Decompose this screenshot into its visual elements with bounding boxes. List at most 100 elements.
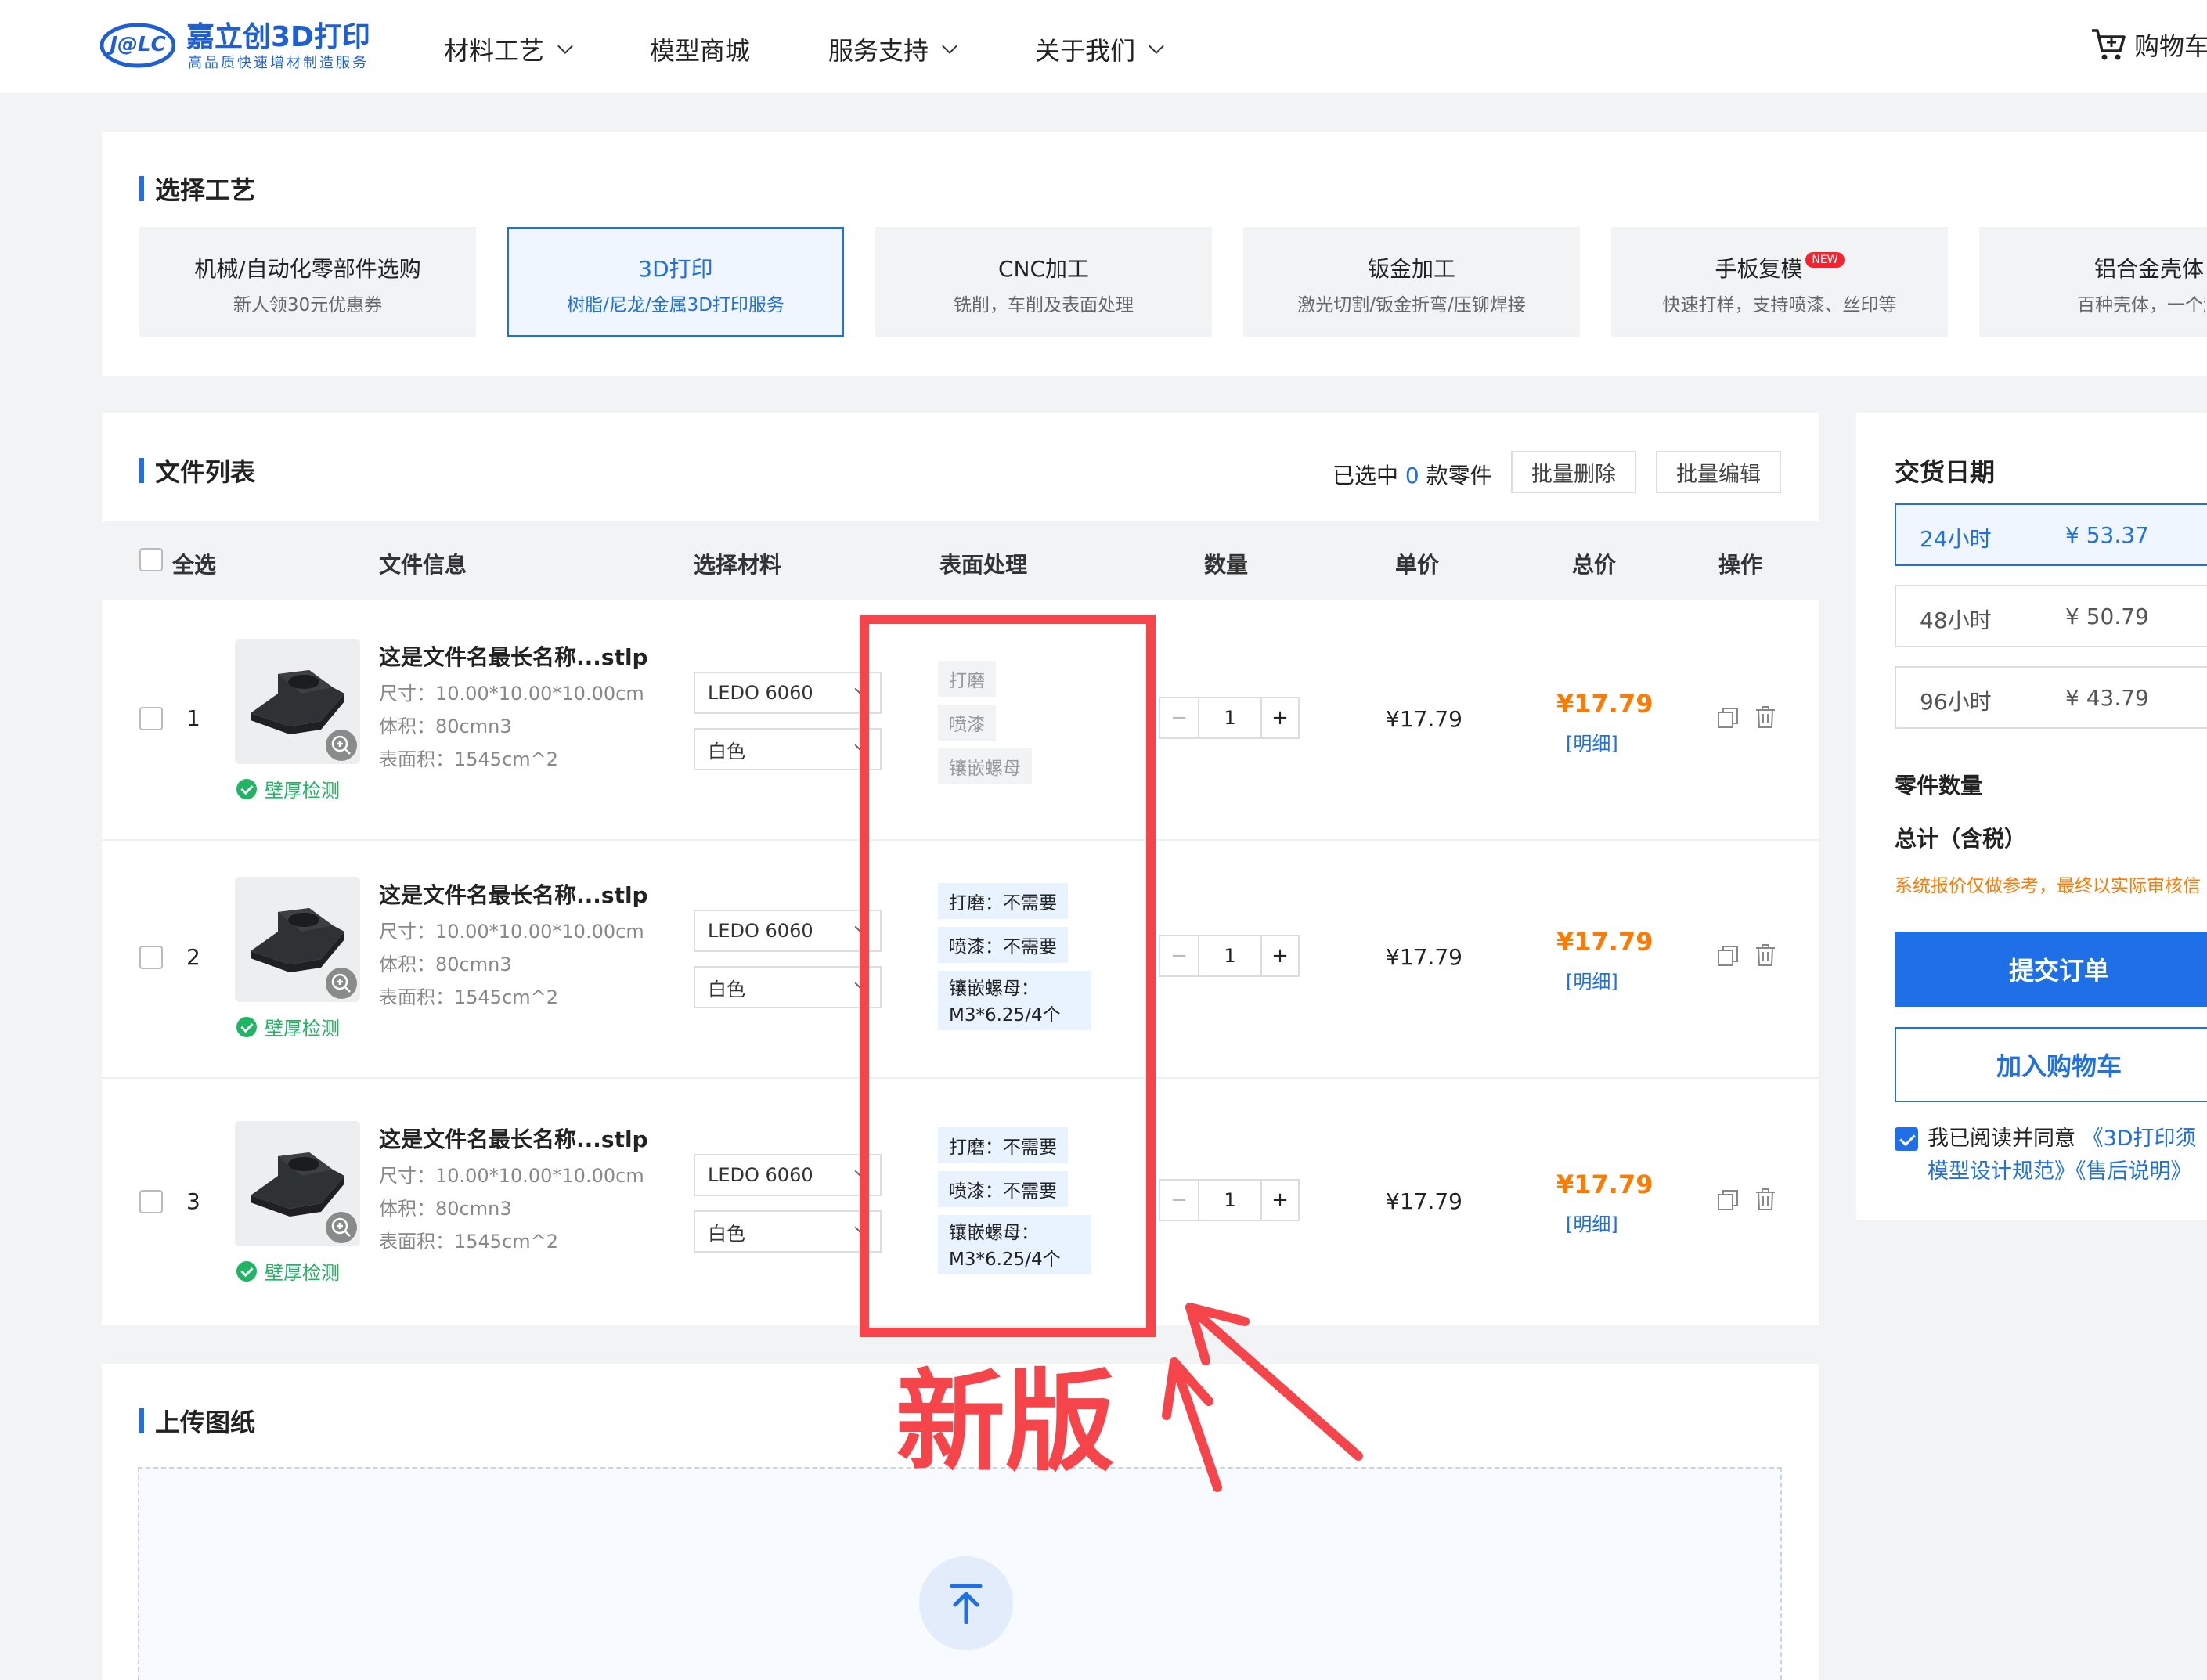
nav-about-us[interactable]: 关于我们 [1035, 31, 1164, 67]
column-surface: 表面处理 [939, 552, 1028, 578]
after-sales-link[interactable]: 《售后说明》 [2075, 1159, 2192, 1184]
column-material: 选择材料 [694, 552, 782, 578]
price-detail-link[interactable]: [明细] [1566, 1209, 1618, 1236]
row-index: 3 [186, 1188, 200, 1214]
svg-text:J@LC: J@LC [106, 33, 165, 56]
process-title: 选择工艺 [139, 171, 255, 207]
material-select[interactable]: LEDO 6060 [694, 910, 882, 952]
quantity-stepper[interactable]: − 1 + [1159, 697, 1300, 739]
copy-icon[interactable] [1716, 944, 1740, 968]
agree-prefix: 我已阅读并同意 [1928, 1127, 2075, 1151]
file-name[interactable]: 这是文件名最长名称...stlp [379, 640, 648, 672]
file-name[interactable]: 这是文件名最长名称...stlp [379, 878, 648, 910]
delivery-option-24h[interactable]: 24小时 ¥ 53.37 [1895, 503, 2207, 566]
material-select[interactable]: LEDO 6060 [694, 1154, 882, 1196]
copy-icon[interactable] [1716, 706, 1740, 730]
cart-icon [2092, 29, 2126, 60]
file-volume: 体积：80cmn3 [379, 1198, 512, 1220]
quantity-value[interactable]: 1 [1199, 936, 1260, 975]
quantity-stepper[interactable]: − 1 + [1159, 1179, 1300, 1221]
tile-prototype-mold[interactable]: 手板复模 NEW 快速打样，支持喷漆、丝印等 [1611, 227, 1948, 337]
wall-check-label: 壁厚检测 [265, 1262, 340, 1284]
brand-slogan: 高品质快速增材制造服务 [188, 55, 369, 71]
file-volume: 体积：80cmn3 [379, 716, 512, 737]
select-all-checkbox[interactable] [139, 548, 163, 571]
delete-icon[interactable] [1754, 943, 1777, 968]
agree-checkbox[interactable] [1895, 1127, 1918, 1151]
new-badge: NEW [1805, 252, 1845, 268]
quantity-stepper[interactable]: − 1 + [1159, 935, 1300, 977]
tile-subtitle: 快速打样，支持喷漆、丝印等 [1662, 295, 1897, 315]
tile-aluminum-shell[interactable]: 铝合金壳体 百种壳体，一个起 [1979, 227, 2207, 337]
color-select[interactable]: 白色 [694, 728, 882, 770]
quantity-value[interactable]: 1 [1199, 1181, 1260, 1220]
delivery-price: ¥ 53.37 [2065, 522, 2149, 548]
jlc-logo-icon[interactable]: J@LC [100, 16, 175, 69]
increment-button[interactable]: + [1260, 698, 1298, 737]
upload-title: 上传图纸 [139, 1403, 255, 1439]
delivery-time: 48小时 [1920, 607, 1992, 633]
tile-mechanical[interactable]: 机械/自动化零部件选购 新人领30元优惠券 [139, 227, 476, 337]
color-select[interactable]: 白色 [694, 1210, 882, 1253]
wall-check-label: 壁厚检测 [265, 1018, 340, 1040]
delivery-option-48h[interactable]: 48小时 ¥ 50.79 [1895, 585, 2207, 647]
brand-name[interactable]: 嘉立创3D打印 [186, 14, 370, 55]
part-thumbnail[interactable] [235, 1121, 360, 1246]
column-file-info: 文件信息 [379, 552, 467, 578]
delivery-option-96h[interactable]: 96小时 ¥ 43.79 [1895, 666, 2207, 729]
add-to-cart-button[interactable]: 加入购物车 [1895, 1027, 2207, 1102]
cart-link[interactable]: 购物车 [2090, 27, 2207, 63]
delete-icon[interactable] [1754, 705, 1777, 730]
design-spec-link[interactable]: 模型设计规范》 [1928, 1159, 2075, 1184]
nav-service-support[interactable]: 服务支持 [828, 31, 957, 67]
part-thumbnail[interactable] [235, 639, 360, 764]
material-select[interactable]: LEDO 6060 [694, 672, 882, 714]
file-area: 表面积：1545cm^2 [379, 748, 559, 770]
zoom-icon[interactable] [326, 968, 357, 999]
annotation-highlight-box [860, 615, 1156, 1337]
file-area: 表面积：1545cm^2 [379, 1231, 559, 1253]
wall-thickness-check[interactable]: 壁厚检测 [236, 1257, 340, 1285]
price-detail-link[interactable]: [明细] [1566, 966, 1618, 993]
zoom-icon[interactable] [326, 1212, 357, 1243]
upload-button[interactable] [919, 1556, 1013, 1650]
delivery-price: ¥ 43.79 [2065, 685, 2149, 711]
print-terms-link[interactable]: 《3D打印须 [2083, 1127, 2197, 1151]
tile-title: CNC加工 [997, 256, 1090, 282]
nav-label: 关于我们 [1035, 36, 1136, 66]
part-count-label: 零件数量 [1895, 773, 1983, 799]
tile-sheet-metal[interactable]: 钣金加工 激光切割/钣金折弯/压铆焊接 [1243, 227, 1580, 337]
zoom-icon[interactable] [326, 730, 357, 761]
part-thumbnail[interactable] [235, 877, 360, 1002]
delete-icon[interactable] [1754, 1187, 1777, 1212]
decrement-button[interactable]: − [1160, 936, 1199, 975]
check-circle-icon [236, 778, 257, 799]
tile-title: 铝合金壳体 [2093, 256, 2204, 282]
price-detail-link[interactable]: [明细] [1566, 728, 1618, 755]
row-checkbox[interactable] [139, 1190, 163, 1213]
decrement-button[interactable]: − [1160, 1181, 1199, 1220]
copy-icon[interactable] [1716, 1188, 1740, 1212]
batch-delete-button[interactable]: 批量删除 [1511, 451, 1636, 493]
tile-3d-printing[interactable]: 3D打印 树脂/尼龙/金属3D打印服务 [507, 227, 844, 337]
delivery-time: 24小时 [1920, 526, 1992, 552]
submit-order-button[interactable]: 提交订单 [1895, 932, 2207, 1007]
file-name[interactable]: 这是文件名最长名称...stlp [379, 1123, 648, 1154]
increment-button[interactable]: + [1260, 936, 1298, 975]
batch-edit-button[interactable]: 批量编辑 [1656, 451, 1781, 493]
nav-label: 模型商城 [650, 36, 751, 66]
wall-thickness-check[interactable]: 壁厚检测 [236, 1013, 340, 1040]
color-select[interactable]: 白色 [694, 966, 882, 1008]
quantity-value[interactable]: 1 [1199, 698, 1260, 737]
wall-thickness-check[interactable]: 壁厚检测 [236, 775, 340, 802]
file-size: 尺寸：10.00*10.00*10.00cm [379, 683, 644, 705]
increment-button[interactable]: + [1260, 1181, 1298, 1220]
row-checkbox[interactable] [139, 946, 163, 969]
decrement-button[interactable]: − [1160, 698, 1199, 737]
nav-model-store[interactable]: 模型商城 [650, 31, 750, 67]
row-checkbox[interactable] [139, 707, 163, 730]
nav-materials[interactable]: 材料工艺 [444, 31, 573, 67]
color-value: 白色 [708, 740, 745, 762]
selected-count-text: 已选中 0 款零件 [1332, 459, 1492, 490]
tile-cnc[interactable]: CNC加工 铣削，车削及表面处理 [875, 227, 1212, 337]
